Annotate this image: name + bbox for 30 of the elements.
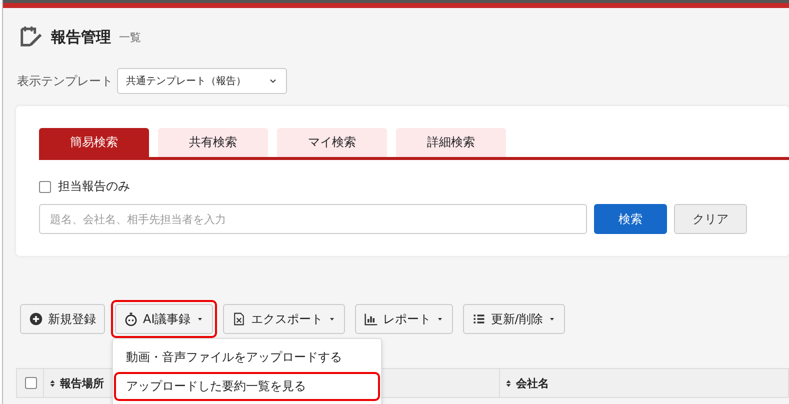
sort-icon [48,378,57,388]
caret-icon [196,315,204,323]
search-tab[interactable]: 簡易検索 [39,128,149,157]
sort-icon [504,378,513,388]
template-select[interactable]: 共通テンプレート（報告） [117,68,287,94]
template-label: 表示テンプレート [17,72,113,90]
search-tab[interactable]: 詳細検索 [396,128,506,157]
search-field[interactable]: 題名、会社名、相手先担当者を入力 [39,204,587,234]
select-all-checkbox[interactable] [25,377,37,389]
caret-icon [436,315,444,323]
toolbar-button[interactable]: AI議事録 [111,300,217,338]
bar-chart-icon [364,312,378,326]
caret-icon [548,315,556,323]
column-header[interactable]: 報告場所 [48,376,104,390]
column-header[interactable]: 会社名 [504,376,549,390]
caret-icon [328,315,336,323]
menu-item[interactable]: 動画・音声ファイルをアップロードする [114,343,380,372]
plus-circle-icon [29,312,43,326]
checkbox[interactable] [39,180,51,192]
list-icon [472,312,486,326]
search-tab[interactable]: マイ検索 [277,128,387,157]
spreadsheet-file-icon [232,312,246,326]
page-subtitle: 一覧 [119,30,141,44]
menu-item[interactable]: アップロードした要約一覧を見る [114,372,380,401]
page-title: 報告管理 [51,28,111,46]
checkbox-label: 担当報告のみ [58,178,130,195]
search-tab[interactable]: 共有検索 [158,128,268,157]
clear-button[interactable]: クリア [674,204,747,234]
search-button[interactable]: 検索 [594,204,667,234]
round-face-icon [124,312,138,326]
